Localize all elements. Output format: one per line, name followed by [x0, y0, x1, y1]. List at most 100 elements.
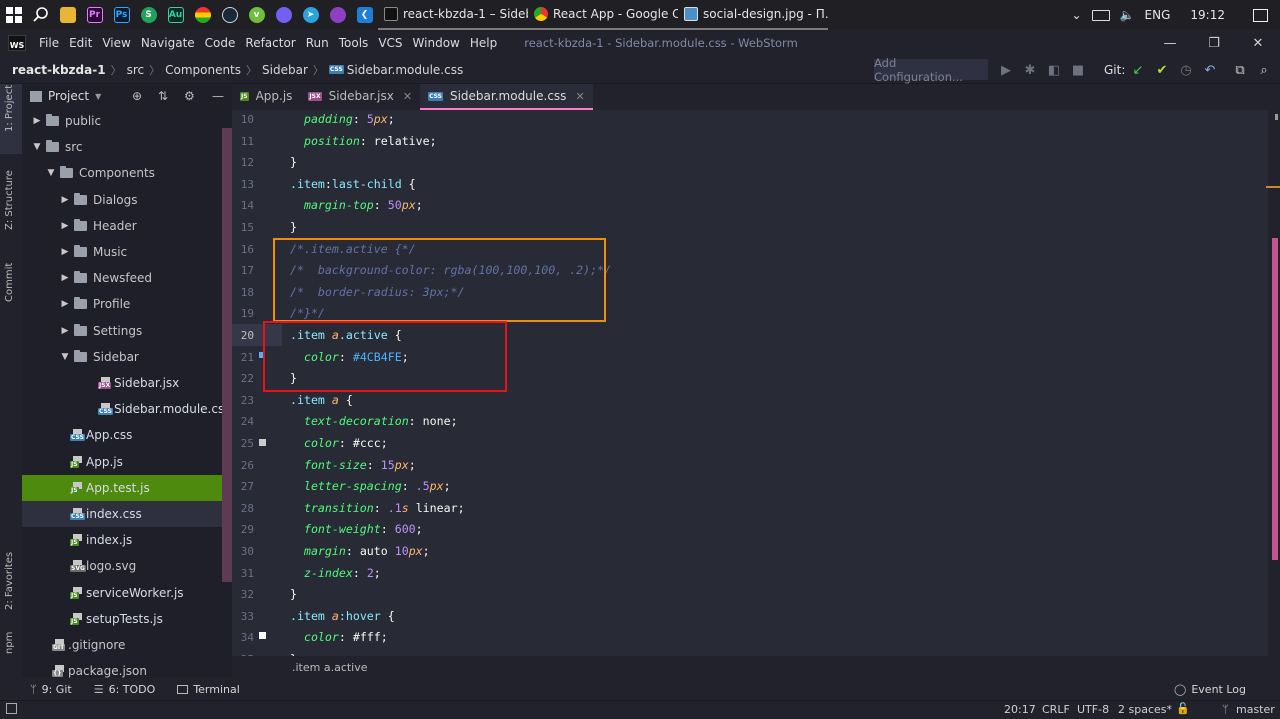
- menu-tools[interactable]: Tools: [334, 36, 374, 50]
- git-commit-icon[interactable]: ✔: [1152, 60, 1172, 80]
- code-line[interactable]: position: relative;: [290, 131, 437, 153]
- code-line[interactable]: }: [290, 152, 297, 174]
- code-line[interactable]: letter-spacing: .5px;: [290, 476, 451, 498]
- menu-window[interactable]: Window: [408, 36, 465, 50]
- file-encoding[interactable]: UTF-8: [1077, 703, 1109, 716]
- tool-tab-npm[interactable]: npm: [0, 630, 22, 660]
- git-update-icon[interactable]: ↙: [1128, 60, 1148, 80]
- keyboard-icon[interactable]: [1091, 9, 1110, 21]
- status-toggle-icon[interactable]: [6, 703, 17, 714]
- menu-refactor[interactable]: Refactor: [240, 36, 300, 50]
- code-line[interactable]: font-weight: 600;: [290, 519, 423, 541]
- purple-app-icon[interactable]: [324, 0, 351, 30]
- lock-icon[interactable]: 🔓: [1176, 702, 1190, 715]
- tree-item-sidebar[interactable]: ▼ Sidebar: [22, 344, 232, 370]
- coverage-icon[interactable]: ◧: [1044, 60, 1064, 80]
- git-branch[interactable]: master: [1236, 703, 1275, 716]
- tree-item-newsfeed[interactable]: ▶ Newsfeed: [22, 265, 232, 291]
- code-line[interactable]: .item a {: [290, 390, 353, 412]
- chevron-right-icon[interactable]: ▶: [60, 273, 70, 283]
- menu-help[interactable]: Help: [465, 36, 502, 50]
- volume-icon[interactable]: 🔈: [1120, 8, 1135, 22]
- menu-view[interactable]: View: [97, 36, 135, 50]
- collapse-all-icon[interactable]: ⇅: [158, 89, 168, 103]
- debug-icon[interactable]: ✱: [1020, 60, 1040, 80]
- tool-todo-button[interactable]: ☰ 6: TODO: [94, 683, 156, 696]
- menu-code[interactable]: Code: [200, 36, 241, 50]
- hide-icon[interactable]: —: [212, 89, 224, 103]
- code-line[interactable]: .item:last-child {: [290, 174, 416, 196]
- premiere-icon[interactable]: Pr: [81, 0, 108, 30]
- line-separator[interactable]: CRLF: [1042, 703, 1070, 716]
- breadcrumb-sidebar[interactable]: Sidebar: [262, 63, 312, 77]
- menu-run[interactable]: Run: [301, 36, 334, 50]
- tree-scrollbar[interactable]: [222, 128, 232, 582]
- chevron-down-icon[interactable]: ▼: [60, 352, 70, 362]
- indent-setting[interactable]: 2 spaces*: [1118, 703, 1172, 716]
- stop-icon[interactable]: ■: [1068, 60, 1088, 80]
- tree-item-serviceworker-js[interactable]: JS serviceWorker.js: [22, 580, 232, 606]
- tab-sidebar-jsx[interactable]: JSX Sidebar.jsx ✕: [300, 84, 420, 110]
- css-selector-breadcrumb[interactable]: .item a.active: [292, 661, 368, 674]
- code-line[interactable]: transition: .1s linear;: [290, 498, 465, 520]
- tree-item-public[interactable]: ▶ public: [22, 108, 232, 134]
- search-everywhere-icon[interactable]: ⌕: [1254, 60, 1274, 80]
- tool-tab-project[interactable]: 1: Project: [0, 84, 22, 154]
- language-indicator[interactable]: ENG: [1145, 8, 1171, 22]
- code-line[interactable]: font-size: 15px;: [290, 455, 416, 477]
- code-line[interactable]: .item a:hover {: [290, 606, 395, 628]
- event-log-button[interactable]: ◯ Event Log: [1174, 683, 1246, 696]
- tree-item-index-css[interactable]: CSS index.css: [22, 501, 232, 527]
- close-tab-icon[interactable]: ✕: [575, 90, 584, 103]
- code-line[interactable]: }: [290, 584, 297, 606]
- tree-item-app-js[interactable]: JS App.js: [22, 449, 232, 475]
- tool-tab-favorites[interactable]: 2: Favorites: [0, 542, 22, 612]
- code-line[interactable]: }: [290, 649, 297, 656]
- telegram-icon[interactable]: ➤: [297, 0, 324, 30]
- chrome-color-icon[interactable]: [189, 0, 216, 30]
- chevron-down-icon[interactable]: ▼: [46, 168, 56, 178]
- windows-icon[interactable]: [0, 0, 27, 30]
- code-line[interactable]: margin: auto 10px;: [290, 541, 430, 563]
- taskbar-task-chrome[interactable]: React App - Google C…: [528, 0, 678, 30]
- close-tab-icon[interactable]: ✕: [403, 90, 412, 103]
- breadcrumb-project[interactable]: react-kbzda-1: [12, 63, 110, 77]
- tree-item-music[interactable]: ▶ Music: [22, 239, 232, 265]
- chevron-right-icon[interactable]: ▶: [60, 326, 70, 336]
- tree-item-app-css[interactable]: CSS App.css: [22, 422, 232, 448]
- viber-icon[interactable]: [270, 0, 297, 30]
- maximize-icon[interactable]: ❐: [1192, 30, 1236, 56]
- file-explorer-icon[interactable]: [54, 0, 81, 30]
- minimize-icon[interactable]: —: [1148, 30, 1192, 56]
- tree-item-src[interactable]: ▼ src: [22, 134, 232, 160]
- chevron-down-icon[interactable]: ▼: [95, 92, 101, 101]
- menu-navigate[interactable]: Navigate: [136, 36, 200, 50]
- tree-item-setuptests-js[interactable]: JS setupTests.js: [22, 606, 232, 632]
- gear-icon[interactable]: ⚙: [184, 89, 195, 103]
- tree-item-profile[interactable]: ▶ Profile: [22, 291, 232, 317]
- search-icon[interactable]: [27, 0, 54, 30]
- git-history-icon[interactable]: ◷: [1176, 60, 1196, 80]
- audition-icon[interactable]: Au: [162, 0, 189, 30]
- breadcrumb-file[interactable]: Sidebar.module.css: [347, 63, 467, 77]
- chevron-right-icon[interactable]: ▶: [60, 195, 70, 205]
- chevron-up-icon[interactable]: ⌄: [1072, 8, 1082, 22]
- tree-item-sidebar-module-css[interactable]: CSS Sidebar.module.css: [22, 396, 232, 422]
- project-title[interactable]: Project: [48, 89, 89, 103]
- presentation-icon[interactable]: ⧉: [1230, 60, 1250, 80]
- code-line[interactable]: margin-top: 50px;: [290, 195, 423, 217]
- editor-scrollbar[interactable]: [1272, 238, 1278, 560]
- vuze-icon[interactable]: v: [243, 0, 270, 30]
- tree-item-header[interactable]: ▶ Header: [22, 213, 232, 239]
- tree-item-dialogs[interactable]: ▶ Dialogs: [22, 187, 232, 213]
- color-swatch-icon[interactable]: [259, 632, 266, 639]
- chevron-right-icon[interactable]: ▶: [60, 299, 70, 309]
- clock[interactable]: 19:12: [1190, 8, 1225, 22]
- notifications-icon[interactable]: [1253, 8, 1268, 22]
- git-rollback-icon[interactable]: ↶: [1200, 60, 1220, 80]
- code-line[interactable]: text-decoration: none;: [290, 411, 458, 433]
- code-line[interactable]: color: #fff;: [290, 627, 388, 649]
- code-line[interactable]: padding: 5px;: [290, 110, 395, 131]
- tree-item-app-test-js[interactable]: JS App.test.js: [22, 474, 232, 501]
- tree-item-sidebar-jsx[interactable]: JSX Sidebar.jsx: [22, 370, 232, 396]
